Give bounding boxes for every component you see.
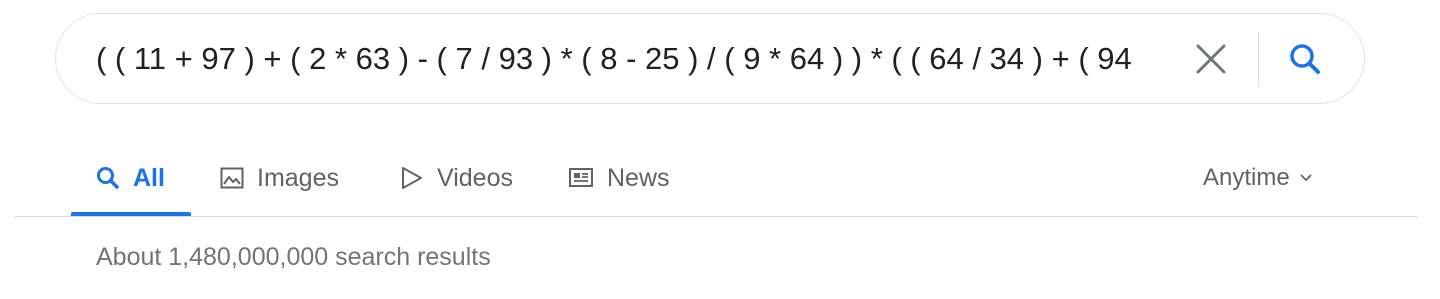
- tab-news[interactable]: News: [567, 140, 670, 216]
- search-icon: [1290, 44, 1320, 74]
- search-tabs: All Images Videos News Anytime: [0, 140, 1440, 218]
- tab-label: Videos: [437, 163, 513, 192]
- search-icon: [95, 165, 121, 191]
- tab-label: All: [133, 163, 165, 192]
- search-divider: [1258, 32, 1259, 86]
- play-icon: [399, 165, 425, 191]
- results-count: About 1,480,000,000 search results: [96, 243, 491, 271]
- search-results-page: All Images Videos: [0, 0, 1440, 299]
- search-box: [55, 13, 1365, 104]
- time-filter-label: Anytime: [1203, 164, 1290, 191]
- tab-videos[interactable]: Videos: [399, 140, 513, 216]
- clear-button[interactable]: [1190, 38, 1232, 80]
- image-icon: [219, 165, 245, 191]
- news-icon: [567, 165, 595, 191]
- search-button[interactable]: [1284, 38, 1326, 80]
- time-filter-dropdown[interactable]: Anytime: [1203, 140, 1314, 216]
- chevron-down-icon: [1298, 164, 1314, 192]
- tab-all[interactable]: All: [95, 140, 165, 216]
- tab-label: News: [607, 163, 670, 192]
- tabs-divider: [14, 216, 1418, 217]
- close-icon: [1196, 44, 1226, 74]
- search-input[interactable]: [96, 14, 1186, 103]
- tab-label: Images: [257, 163, 339, 192]
- tab-images[interactable]: Images: [219, 140, 339, 216]
